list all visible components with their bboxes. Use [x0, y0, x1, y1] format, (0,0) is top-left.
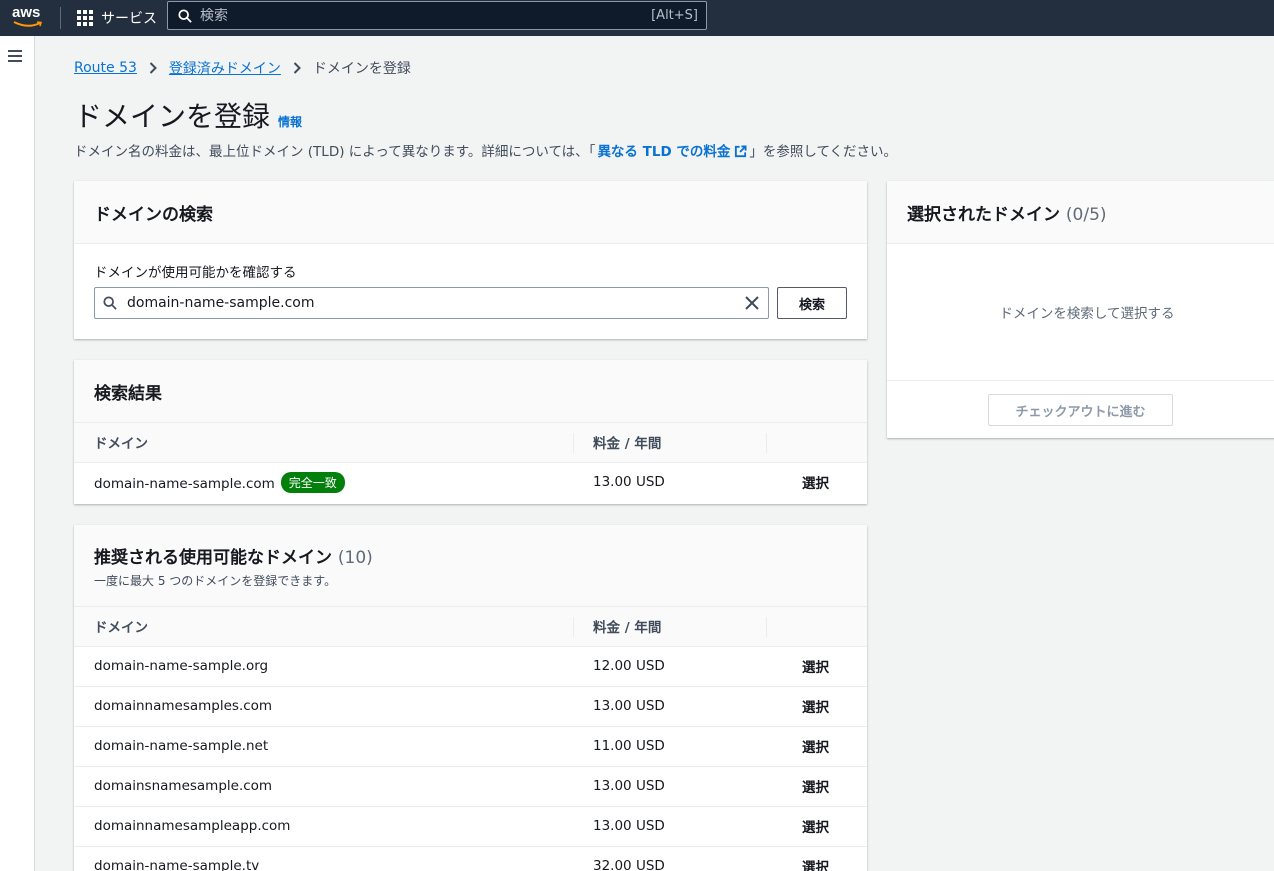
table-row: domainnamesampleapp.com 13.00 USD 選択: [74, 806, 867, 847]
column-header-price: 料金 / 年間: [573, 607, 766, 647]
aws-logo[interactable]: aws: [0, 0, 60, 36]
panel-title: 検索結果: [94, 383, 162, 404]
info-link[interactable]: 情報: [278, 113, 302, 130]
select-link[interactable]: 選択: [766, 686, 867, 727]
price-cell: 32.00 USD: [593, 858, 665, 871]
top-navigation: aws サービス [Alt+S]: [0, 0, 1274, 36]
search-field-label: ドメインが使用可能かを確認する: [94, 265, 297, 281]
tld-pricing-link-text: 異なる TLD での料金: [597, 144, 731, 160]
global-search-box[interactable]: [Alt+S]: [167, 1, 707, 30]
breadcrumb-current: ドメインを登録: [312, 61, 411, 77]
domain-cell: domainnamesamples.com: [74, 686, 573, 727]
external-link-icon: [735, 145, 747, 158]
search-icon: [178, 8, 192, 23]
domain-cell: domainnamesampleapp.com: [74, 806, 573, 847]
menu-icon[interactable]: [8, 50, 22, 62]
search-shortcut-hint: [Alt+S]: [651, 8, 698, 23]
select-link[interactable]: 選択: [766, 726, 867, 767]
suggestion-count: (10): [337, 547, 373, 568]
domain-cell: domainsnamesample.com: [74, 766, 573, 807]
price-cell: 13.00 USD: [573, 766, 766, 807]
table-row: domain-name-sample.net 11.00 USD 選択: [74, 726, 867, 767]
column-header-domain: ドメイン: [74, 607, 573, 647]
select-link[interactable]: 選択: [766, 846, 867, 871]
search-button[interactable]: 検索: [777, 287, 847, 319]
select-link[interactable]: 選択: [766, 806, 867, 847]
panel-title: 推奨される使用可能なドメイン: [94, 547, 332, 568]
price-cell: 11.00 USD: [573, 726, 766, 767]
empty-state-text: ドメインを検索して選択する: [887, 244, 1274, 381]
panel-header: 推奨される使用可能なドメイン (10) 一度に最大 5 つのドメインを登録できま…: [74, 525, 867, 607]
domain-cell: domain-name-sample.org: [74, 646, 573, 687]
domain-cell: domain-name-sample.com 完全一致: [74, 462, 573, 502]
panel-header: ドメインの検索: [74, 181, 867, 244]
price-cell: 13.00 USD: [573, 686, 766, 727]
table-row: domain-name-sample.tv 32.00 USD 選択: [74, 846, 867, 871]
domain-search-input[interactable]: [117, 295, 744, 311]
table-row: domain-name-sample.org 12.00 USD 選択: [74, 646, 867, 687]
suggested-domains-panel: 推奨される使用可能なドメイン (10) 一度に最大 5 つのドメインを登録できま…: [74, 525, 867, 871]
description-suffix: 」を参照してください。: [749, 144, 898, 160]
column-header-domain: ドメイン: [74, 423, 573, 463]
select-link[interactable]: 選択: [766, 462, 867, 502]
table-row: domain-name-sample.com 完全一致 13.00 USD 選択: [74, 462, 867, 502]
search-results-panel: 検索結果 ドメイン 料金 / 年間 domain-name-sample.com…: [74, 360, 867, 504]
services-label: サービス: [101, 11, 157, 27]
side-navigation-collapsed: [0, 36, 35, 871]
description-prefix: ドメイン名の料金は、最上位ドメイン (TLD) によって異なります。詳細について…: [74, 144, 596, 160]
page-description: ドメイン名の料金は、最上位ドメイン (TLD) によって異なります。詳細について…: [74, 140, 897, 160]
table-row: domainnamesamples.com 13.00 USD 選択: [74, 686, 867, 727]
search-icon: [103, 296, 117, 310]
selected-count: (0/5): [1065, 204, 1107, 225]
breadcrumb: Route 53 登録済みドメイン ドメインを登録: [74, 58, 411, 78]
panel-header: 検索結果: [74, 360, 867, 423]
price-cell: 13.00 USD: [573, 806, 766, 847]
global-search-input[interactable]: [192, 7, 652, 24]
clear-icon[interactable]: [744, 295, 760, 311]
suggestions-table: ドメイン 料金 / 年間 domain-name-sample.org 12.0…: [74, 607, 867, 871]
panel-header: 選択されたドメイン (0/5): [887, 181, 1274, 244]
panel-title: ドメインの検索: [94, 204, 213, 225]
chevron-right-icon: [149, 62, 157, 74]
price-cell: 12.00 USD: [573, 646, 766, 687]
results-table: ドメイン 料金 / 年間 domain-name-sample.com 完全一致 …: [74, 423, 867, 502]
page-title: ドメインを登録: [74, 100, 271, 133]
domain-search-field[interactable]: [94, 287, 769, 319]
column-header-action: [766, 423, 867, 463]
breadcrumb-route53-link[interactable]: Route 53: [74, 60, 137, 76]
tld-pricing-link[interactable]: 異なる TLD での料金: [597, 140, 747, 160]
selected-domains-panel: 選択されたドメイン (0/5) ドメインを検索して選択する チェックアウトに進む: [887, 181, 1274, 438]
domain-cell: domain-name-sample.tv: [94, 858, 260, 871]
table-row: domainsnamesample.com 13.00 USD 選択: [74, 766, 867, 807]
panel-subtitle: 一度に最大 5 つのドメインを登録できます。: [94, 573, 337, 588]
domain-name: domain-name-sample.com: [94, 475, 275, 492]
chevron-right-icon: [293, 62, 301, 74]
panel-title: 選択されたドメイン: [907, 204, 1060, 225]
domain-search-panel: ドメインの検索 ドメインが使用可能かを確認する 検索: [74, 181, 867, 339]
panel-title-row: 選択されたドメイン (0/5): [907, 200, 1267, 225]
aws-logo-text: aws: [12, 4, 41, 21]
services-menu-button[interactable]: サービス: [77, 0, 157, 36]
column-header-price: 料金 / 年間: [573, 423, 766, 463]
column-header-action: [766, 607, 867, 647]
breadcrumb-registered-domains-link[interactable]: 登録済みドメイン: [169, 58, 281, 78]
panel-title-row: 推奨される使用可能なドメイン (10): [94, 543, 847, 568]
grid-icon: [77, 10, 93, 26]
domain-cell: domain-name-sample.net: [74, 726, 573, 767]
proceed-to-checkout-button[interactable]: チェックアウトに進む: [988, 394, 1173, 426]
price-cell: 13.00 USD: [593, 474, 665, 491]
page-header: ドメインを登録 情報: [74, 95, 302, 135]
select-link[interactable]: 選択: [766, 766, 867, 807]
aws-smile-icon: [13, 21, 43, 27]
exact-match-badge: 完全一致: [280, 471, 345, 493]
select-link[interactable]: 選択: [766, 646, 867, 687]
nav-divider: [60, 7, 61, 29]
